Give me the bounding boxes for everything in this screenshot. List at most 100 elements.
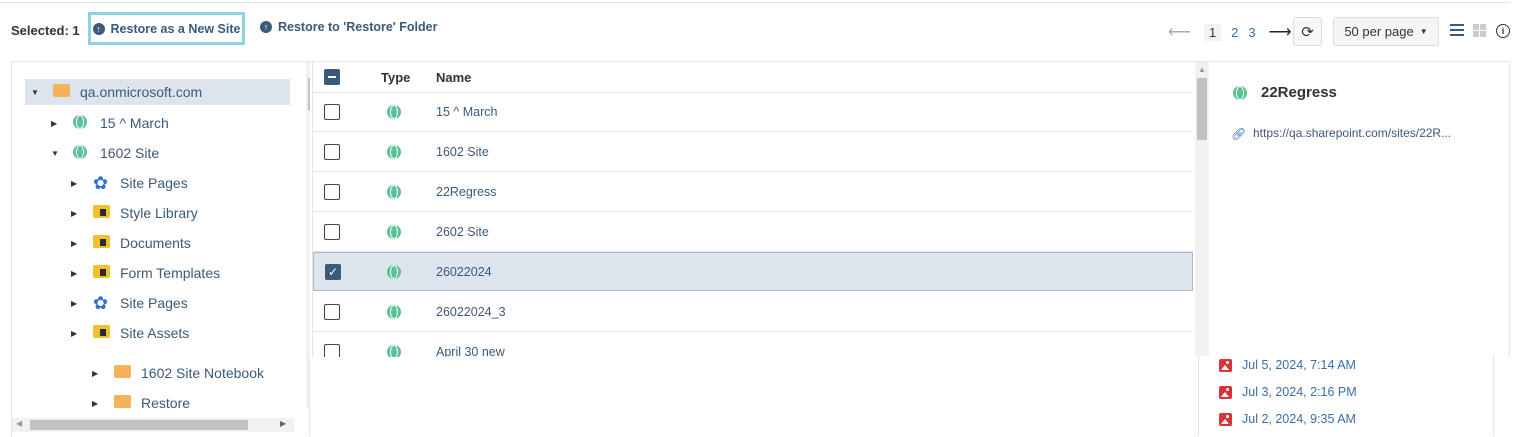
restore-as-new-site-label: Restore as a New Site xyxy=(110,21,241,36)
row-name[interactable]: 2602 Site xyxy=(436,225,489,239)
version-item[interactable]: Jul 2, 2024, 9:35 AM xyxy=(1219,410,1356,428)
table-row[interactable]: 22Regress xyxy=(313,172,1193,212)
version-date[interactable]: Jul 2, 2024, 9:35 AM xyxy=(1242,412,1356,426)
version-item[interactable]: Jul 3, 2024, 2:16 PM xyxy=(1219,383,1357,401)
row-checkbox[interactable] xyxy=(324,144,340,160)
table-row[interactable]: 1602 Site xyxy=(313,132,1193,172)
collapsed-triangle-icon[interactable]: ▶ xyxy=(71,209,79,218)
refresh-icon: ⟳ xyxy=(1301,23,1314,41)
tree-item[interactable]: ▶ ✿ Site Pages xyxy=(71,170,188,196)
collapsed-triangle-icon[interactable]: ▶ xyxy=(71,299,79,308)
scroll-up-icon[interactable]: ▲ xyxy=(1198,65,1206,74)
version-item[interactable]: Jul 5, 2024, 7:14 AM xyxy=(1219,356,1356,374)
expanded-triangle-icon[interactable]: ▼ xyxy=(51,149,59,158)
next-page-icon[interactable]: ⟶ xyxy=(1269,22,1292,42)
tree-item[interactable]: ▶ Restore xyxy=(92,390,190,416)
list-view-icon[interactable] xyxy=(1450,24,1464,38)
row-name[interactable]: 26022024 xyxy=(436,265,492,279)
globe-icon xyxy=(387,345,401,357)
info-icon[interactable]: i xyxy=(1496,24,1510,38)
row-checkbox[interactable] xyxy=(324,224,340,240)
tree-item-label: Site Assets xyxy=(120,325,190,341)
folder-icon xyxy=(114,395,131,408)
folder-icon xyxy=(53,84,70,97)
per-page-select[interactable]: 50 per page ▼ xyxy=(1333,17,1439,46)
tree-item-label: Documents xyxy=(120,235,191,251)
version-list: Jul 5, 2024, 7:14 AM Jul 3, 2024, 2:16 P… xyxy=(1198,356,1494,436)
row-name[interactable]: 26022024_3 xyxy=(436,305,506,319)
selected-count: Selected: 1 xyxy=(11,23,80,38)
tree-item[interactable]: ▶ Form Templates xyxy=(71,260,220,286)
tree-item[interactable]: ▶ Site Assets xyxy=(71,320,189,346)
site-url-link[interactable]: https://qa.sharepoint.com/sites/22R... xyxy=(1253,126,1451,140)
globe-icon xyxy=(387,305,401,319)
table-row[interactable]: 15 ^ March xyxy=(313,92,1193,132)
flower-icon: ✿ xyxy=(93,173,109,193)
scroll-thumb[interactable] xyxy=(1197,78,1207,140)
row-name[interactable]: April 30 new xyxy=(436,345,505,357)
expanded-triangle-icon[interactable]: ▼ xyxy=(31,88,39,97)
collapsed-triangle-icon[interactable]: ▶ xyxy=(71,269,79,278)
row-checkbox[interactable] xyxy=(324,184,340,200)
arrow-up-circle-icon: ↑ xyxy=(260,21,272,33)
flower-icon: ✿ xyxy=(93,293,109,313)
collapsed-triangle-icon[interactable]: ▶ xyxy=(71,239,79,248)
row-name[interactable]: 22Regress xyxy=(436,185,496,199)
version-date[interactable]: Jul 5, 2024, 7:14 AM xyxy=(1242,358,1356,372)
grid-view-icon[interactable] xyxy=(1473,24,1486,37)
collapsed-triangle-icon[interactable]: ▶ xyxy=(92,399,100,408)
table-row[interactable]: 26022024_3 xyxy=(313,292,1193,332)
row-checkbox[interactable] xyxy=(324,104,340,120)
page-2[interactable]: 2 xyxy=(1231,25,1238,40)
restore-as-new-site-button[interactable]: ↑ Restore as a New Site xyxy=(88,12,245,45)
row-name[interactable]: 15 ^ March xyxy=(436,105,497,119)
collapsed-triangle-icon[interactable]: ▶ xyxy=(71,329,79,338)
scroll-left-icon[interactable]: ◀ xyxy=(16,419,22,428)
row-checkbox[interactable] xyxy=(324,304,340,320)
globe-icon xyxy=(73,145,87,159)
tree-item-label: 1602 Site Notebook xyxy=(141,365,264,381)
refresh-button[interactable]: ⟳ xyxy=(1293,17,1322,46)
doc-folder-icon xyxy=(93,265,110,278)
scroll-thumb[interactable] xyxy=(30,420,248,430)
version-date[interactable]: Jul 3, 2024, 2:16 PM xyxy=(1242,385,1357,399)
folder-icon xyxy=(114,365,131,378)
page-3[interactable]: 3 xyxy=(1248,25,1255,40)
tree-horizontal-scrollbar[interactable]: ◀ ▶ xyxy=(12,418,294,432)
table-row-selected[interactable]: ✓ 26022024 xyxy=(313,252,1193,291)
collapsed-triangle-icon[interactable]: ▶ xyxy=(92,369,100,378)
globe-icon xyxy=(73,115,87,129)
collapsed-triangle-icon[interactable]: ▶ xyxy=(51,119,59,128)
tree-item-label: Form Templates xyxy=(120,265,221,281)
link-icon: 🔗︎ xyxy=(1231,127,1247,141)
name-column-header[interactable]: Name xyxy=(436,70,471,85)
type-column-header[interactable]: Type xyxy=(381,70,410,85)
collapsed-triangle-icon[interactable]: ▶ xyxy=(71,179,79,188)
tree-item[interactable]: ▼ 1602 Site xyxy=(51,140,159,166)
globe-icon xyxy=(387,105,401,119)
grid-vertical-scrollbar[interactable]: ▲ xyxy=(1195,62,1209,356)
tree-root-label: qa.onmicrosoft.com xyxy=(80,84,203,100)
detail-title: 22Regress xyxy=(1261,84,1337,101)
page-1[interactable]: 1 xyxy=(1203,23,1222,41)
tree-item[interactable]: ▶ 1602 Site Notebook xyxy=(92,360,264,386)
restore-to-folder-button[interactable]: ↑ Restore to 'Restore' Folder xyxy=(260,20,437,34)
tree-root[interactable]: ▼ qa.onmicrosoft.com xyxy=(25,79,290,105)
row-name[interactable]: 1602 Site xyxy=(436,145,489,159)
scroll-thumb[interactable] xyxy=(308,78,310,110)
row-checkbox-checked[interactable]: ✓ xyxy=(325,264,341,280)
select-all-checkbox[interactable] xyxy=(324,69,340,85)
scroll-right-icon[interactable]: ▶ xyxy=(280,419,286,428)
table-row[interactable]: April 30 new xyxy=(313,332,1193,357)
globe-icon xyxy=(387,225,401,239)
globe-icon xyxy=(387,185,401,199)
scroll-up-icon[interactable]: ▲ xyxy=(309,64,310,73)
prev-page-icon[interactable]: ⟵ xyxy=(1168,22,1191,42)
tree-item[interactable]: ▶ 15 ^ March xyxy=(51,110,169,136)
doc-folder-icon xyxy=(93,325,110,338)
tree-item[interactable]: ▶ Documents xyxy=(71,230,191,256)
table-row[interactable]: 2602 Site xyxy=(313,212,1193,252)
tree-item[interactable]: ▶ Style Library xyxy=(71,200,198,226)
row-checkbox[interactable] xyxy=(324,344,340,357)
tree-item[interactable]: ▶ ✿ Site Pages xyxy=(71,290,188,316)
